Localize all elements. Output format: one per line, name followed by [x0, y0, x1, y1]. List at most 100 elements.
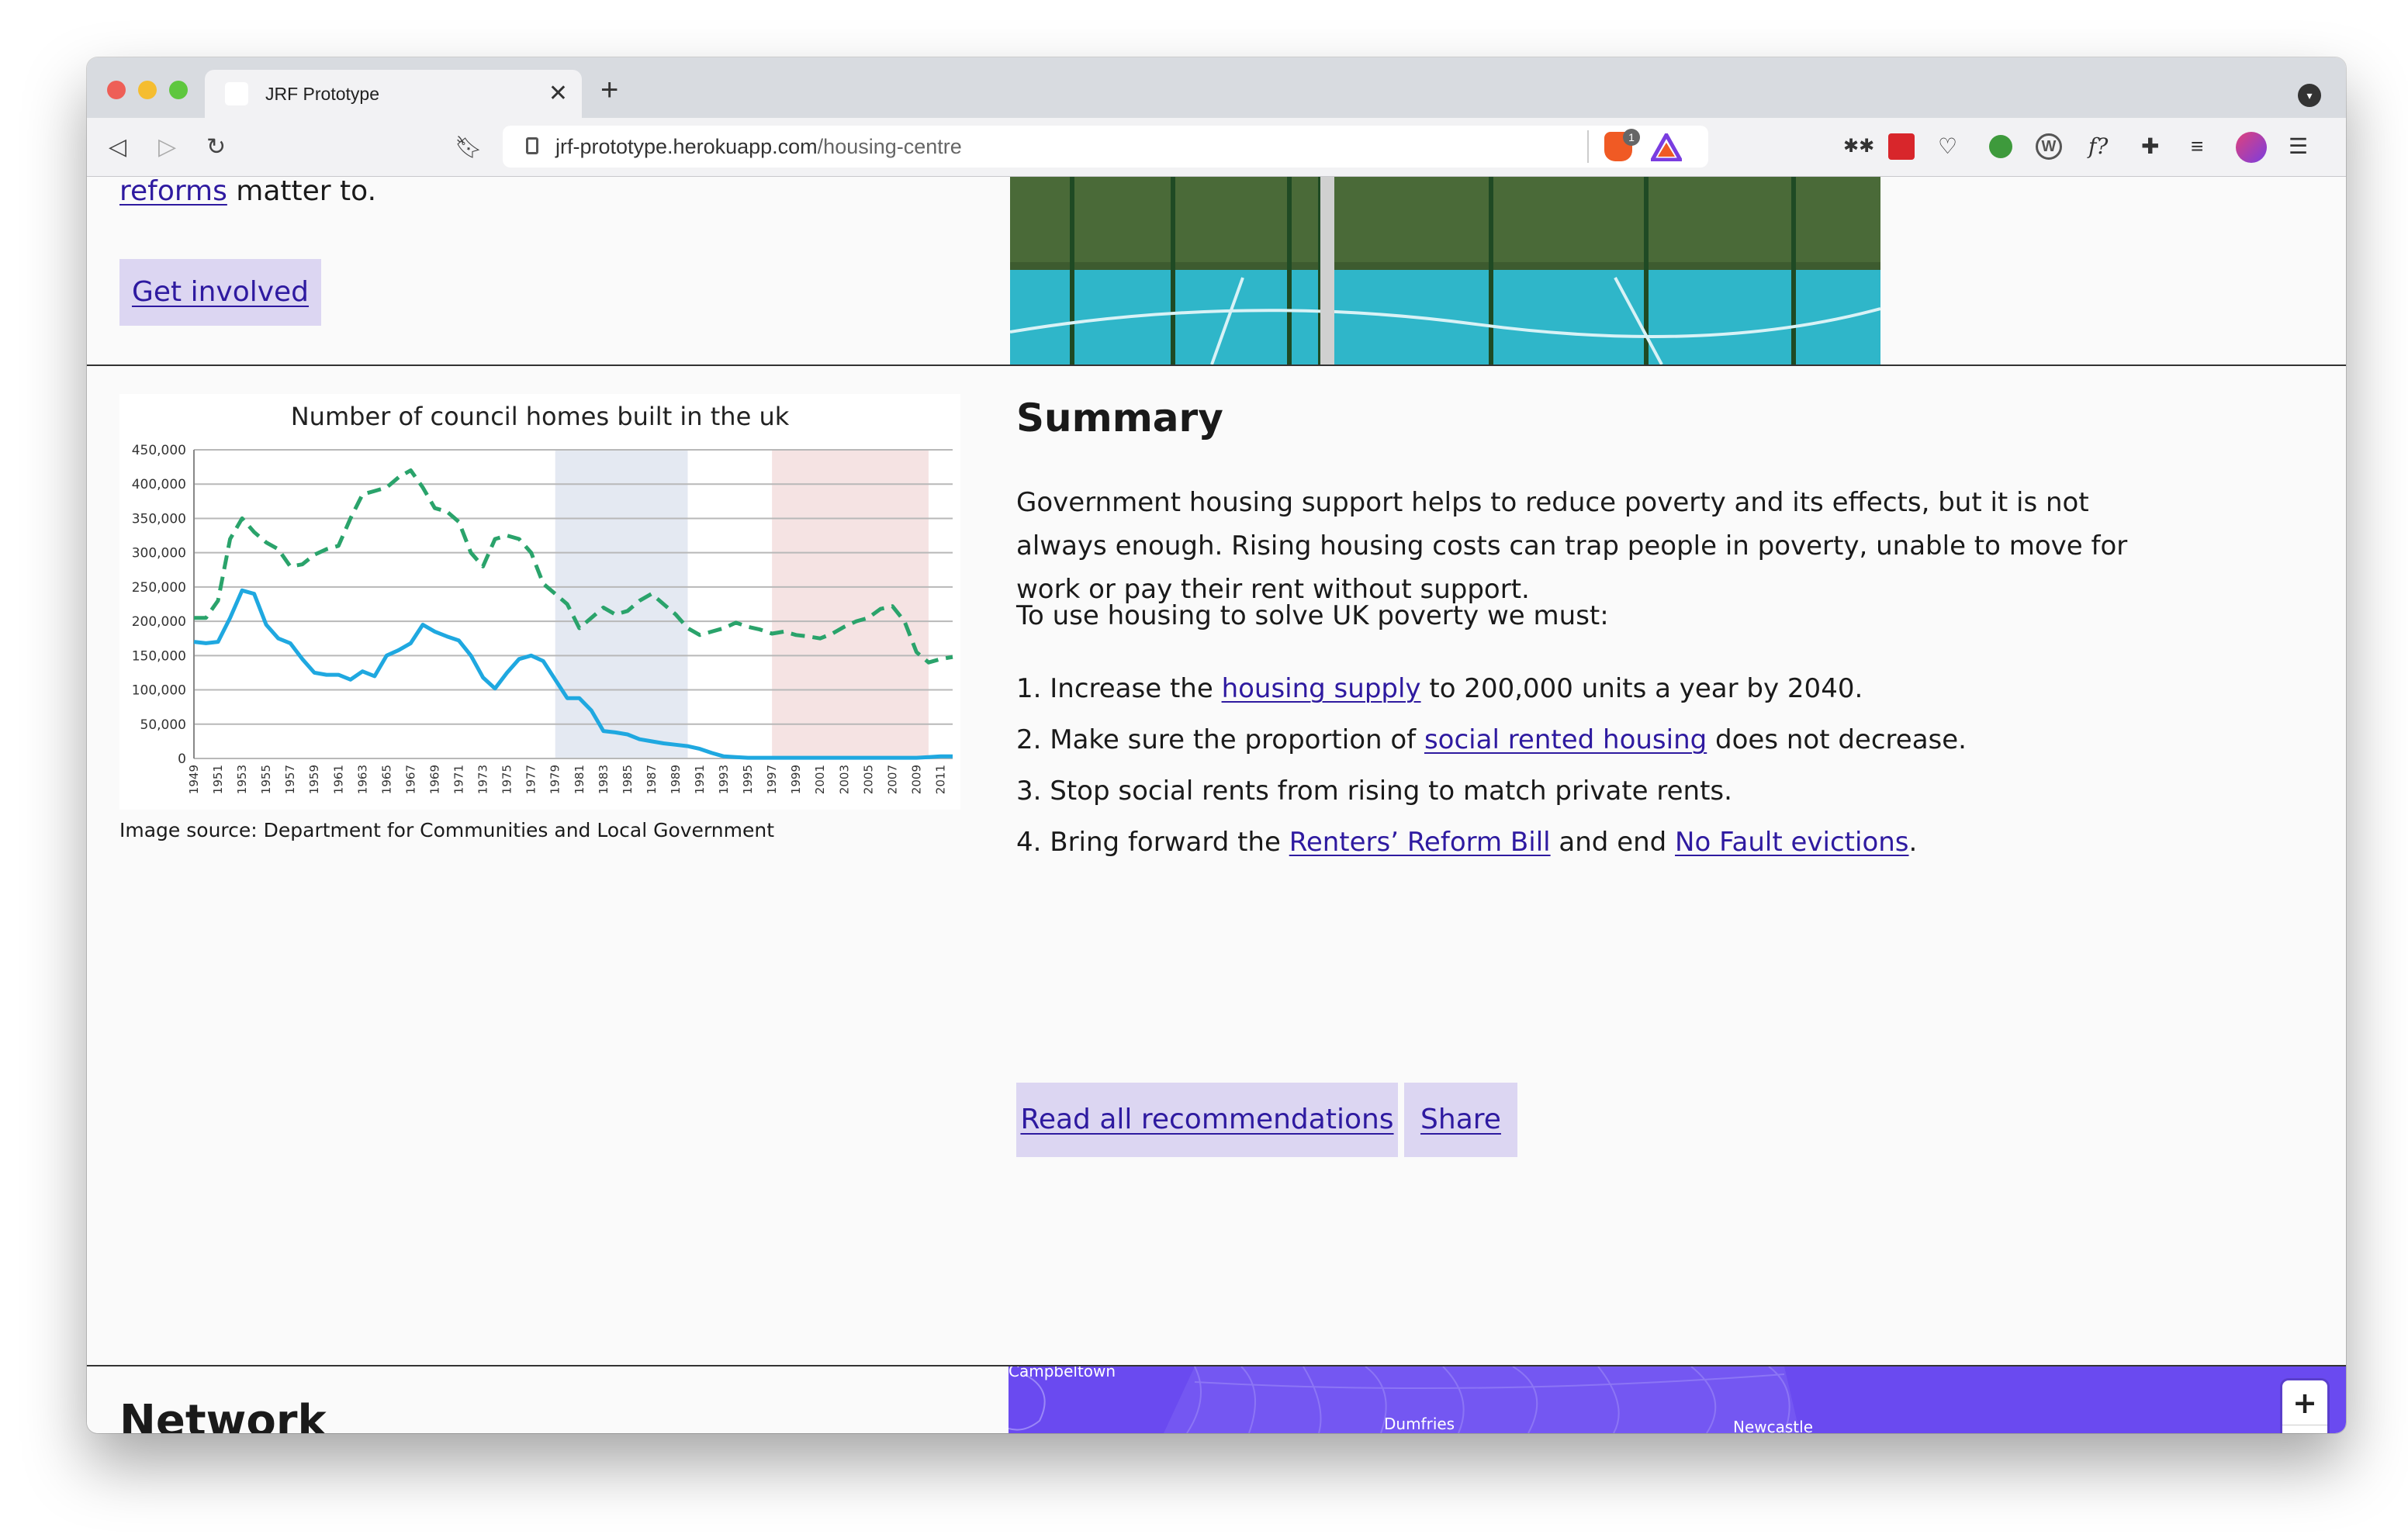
font-finder-icon[interactable]: f? [2088, 132, 2108, 161]
pocket-icon[interactable]: ♡ [1938, 132, 1957, 161]
list-item: 4. Bring forward the Renters’ Reform Bil… [1016, 827, 1918, 858]
summary-paragraph: Government housing support helps to redu… [1016, 487, 2128, 605]
browser-window: JRF Prototype ✕ + ▾ ◁ ▷ ↻ 🔖︎ jrf-prototy… [87, 57, 2346, 1433]
recommendations-list: 1. Increase the housing supply to 200,00… [1016, 673, 2180, 878]
extension-tree-icon[interactable] [1989, 135, 2012, 158]
list-item: 3. Stop social rents from rising to matc… [1016, 776, 1732, 807]
x-tick-label: 1989 [669, 765, 683, 794]
browser-tab[interactable]: JRF Prototype ✕ [205, 70, 582, 118]
x-tick-label: 2003 [837, 765, 851, 794]
extension-asterisk-icon[interactable]: ✱✱ [1843, 132, 1874, 161]
network-heading: Network [119, 1396, 327, 1433]
section-divider [87, 364, 2346, 366]
y-tick-label: 250,000 [132, 580, 186, 596]
close-tab-icon[interactable]: ✕ [548, 80, 568, 107]
chart-title: Number of council homes built in the uk [291, 402, 790, 431]
share-button[interactable]: Share [1404, 1083, 1517, 1157]
tab-title: JRF Prototype [265, 83, 379, 104]
x-tick-label: 1977 [524, 765, 538, 794]
y-tick-label: 50,000 [140, 717, 186, 733]
address-bar[interactable]: jrf-prototype.herokuapp.com/housing-cent… [503, 126, 1708, 168]
x-tick-label: 1963 [355, 765, 369, 794]
x-tick-label: 1967 [403, 765, 417, 794]
shield-count-badge: 1 [1623, 129, 1640, 146]
x-tick-label: 1959 [307, 765, 321, 794]
x-tick-label: 1951 [211, 765, 225, 794]
reforms-link[interactable]: reforms [119, 175, 227, 207]
back-icon[interactable]: ◁ [109, 132, 126, 163]
browser-toolbar: ◁ ▷ ↻ 🔖︎ jrf-prototype.herokuapp.com/hou… [87, 118, 2346, 177]
zoom-in-button[interactable]: + [2282, 1380, 2327, 1425]
hero-image [1010, 177, 1880, 364]
x-tick-label: 1973 [476, 765, 490, 794]
x-tick-label: 2005 [861, 765, 875, 794]
y-tick-label: 200,000 [132, 614, 186, 630]
x-tick-label: 1995 [741, 765, 755, 794]
map-label: Campbeltown [1009, 1366, 1116, 1380]
hero-text: reforms matter to. [119, 175, 377, 207]
tab-list-chevron-icon[interactable]: ▾ [2298, 84, 2321, 107]
shaded-period [772, 450, 929, 758]
y-tick-label: 400,000 [132, 477, 186, 492]
chart-figure: Number of council homes built in the uk 4… [119, 394, 960, 841]
renters-reform-bill-link[interactable]: Renters’ Reform Bill [1289, 827, 1551, 858]
x-tick-label: 1987 [645, 765, 659, 794]
x-tick-label: 1997 [765, 765, 779, 794]
brave-rewards-icon[interactable] [1651, 133, 1682, 161]
wordpress-icon[interactable]: W [2036, 133, 2062, 160]
profile-avatar[interactable] [2236, 132, 2267, 163]
y-tick-label: 100,000 [132, 683, 186, 699]
x-tick-label: 1985 [621, 765, 635, 794]
x-tick-label: 1957 [283, 765, 297, 794]
forward-icon[interactable]: ▷ [158, 132, 176, 163]
minimize-window-button[interactable] [138, 81, 157, 99]
y-tick-label: 350,000 [132, 511, 186, 527]
list-item: 2. Make sure the proportion of social re… [1016, 724, 1967, 755]
summary-heading: Summary [1016, 396, 1223, 441]
tab-favicon-icon [225, 82, 248, 105]
social-rented-housing-link[interactable]: social rented housing [1424, 724, 1707, 755]
x-tick-label: 2007 [885, 765, 899, 794]
y-tick-label: 300,000 [132, 546, 186, 561]
x-tick-label: 1961 [331, 765, 345, 794]
reading-list-icon[interactable]: ≡ [2191, 132, 2203, 161]
x-tick-label: 1991 [693, 765, 707, 794]
shaded-period [555, 450, 688, 758]
housing-supply-link[interactable]: housing supply [1222, 673, 1421, 704]
zoom-window-button[interactable] [169, 81, 188, 99]
new-tab-button[interactable]: + [600, 74, 618, 105]
x-tick-label: 1955 [259, 765, 273, 794]
x-tick-label: 2001 [813, 765, 827, 794]
x-tick-label: 1993 [717, 765, 731, 794]
bookmark-icon[interactable]: 🔖︎ [455, 132, 483, 163]
network-map[interactable]: Campbeltown Dumfries Newcastle + − [1009, 1366, 2346, 1433]
council-homes-chart: Number of council homes built in the uk 4… [119, 394, 960, 810]
x-tick-label: 2011 [933, 765, 947, 794]
chart-source-caption: Image source: Department for Communities… [119, 819, 775, 841]
browser-menu-icon[interactable]: ☰ [2289, 132, 2308, 161]
x-tick-label: 1999 [789, 765, 803, 794]
zoom-out-button[interactable]: − [2282, 1425, 2327, 1433]
list-item: 1. Increase the housing supply to 200,00… [1016, 673, 1863, 704]
map-label: Newcastle [1733, 1418, 1813, 1433]
reload-icon[interactable]: ↻ [206, 132, 226, 163]
x-tick-label: 1981 [573, 765, 586, 794]
read-all-recommendations-button[interactable]: Read all recommendations [1016, 1083, 1398, 1157]
lock-icon [526, 137, 538, 154]
summary-intro: To use housing to solve UK poverty we mu… [1016, 600, 1609, 631]
extension-lastpass-icon[interactable] [1888, 133, 1915, 160]
extensions-puzzle-icon[interactable]: ✚ [2141, 132, 2159, 161]
get-involved-button[interactable]: Get involved [119, 259, 321, 326]
x-tick-label: 2009 [909, 765, 923, 794]
page-content: reforms matter to. Get involved Number o… [87, 175, 2346, 1433]
y-tick-label: 0 [178, 751, 186, 767]
x-tick-label: 1975 [500, 765, 514, 794]
map-zoom-control: + − [2282, 1380, 2327, 1433]
y-tick-label: 450,000 [132, 443, 186, 458]
close-window-button[interactable] [107, 81, 126, 99]
map-label: Dumfries [1384, 1415, 1455, 1433]
x-tick-label: 1983 [597, 765, 611, 794]
x-tick-label: 1969 [427, 765, 441, 794]
no-fault-evictions-link[interactable]: No Fault evictions [1675, 827, 1908, 858]
x-tick-label: 1979 [548, 765, 562, 794]
